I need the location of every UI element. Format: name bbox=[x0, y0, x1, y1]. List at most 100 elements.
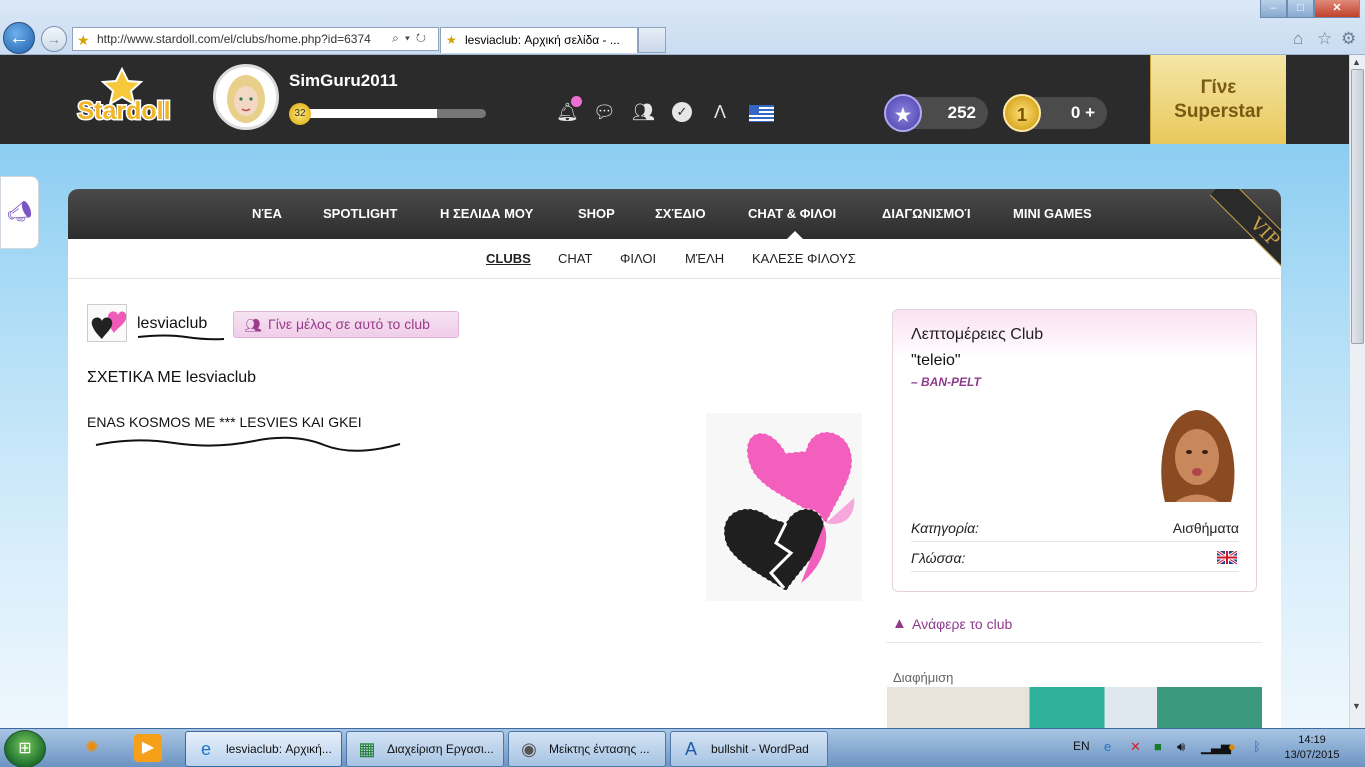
advertisement[interactable] bbox=[887, 687, 1262, 728]
avatar-face-icon bbox=[216, 67, 276, 127]
system-clock[interactable]: 14:19 13/07/2015 bbox=[1275, 733, 1349, 763]
subnav-item-members[interactable]: ΜΈΛΗ bbox=[685, 251, 724, 266]
category-value[interactable]: Αισθήματα bbox=[1173, 520, 1239, 536]
tray-network-x-icon[interactable]: ✕ bbox=[1130, 739, 1141, 755]
owner-face-icon bbox=[1161, 410, 1235, 502]
username[interactable]: SimGuru2011 bbox=[289, 71, 398, 91]
language-label: Γλώσσα: bbox=[911, 550, 966, 566]
scroll-up-icon[interactable]: ▲ bbox=[1352, 57, 1361, 67]
friends-icon[interactable]: 👥︎ bbox=[632, 101, 655, 123]
stardollars-counter[interactable]: ★ 252 bbox=[884, 94, 988, 132]
tray-bluetooth-icon[interactable]: ᛒ bbox=[1253, 739, 1261, 754]
warning-icon: ▲ bbox=[892, 615, 907, 632]
nav-item-contests[interactable]: ΔΙΑΓΩΝΙΣΜΟΊ bbox=[882, 206, 970, 221]
tray-signal-icon[interactable]: ▁▃▅ bbox=[1201, 739, 1231, 755]
task-manager-icon: ▦ bbox=[358, 739, 376, 759]
club-name[interactable]: lesviaclub bbox=[137, 315, 207, 333]
taskbar-item-browser[interactable]: e lesviaclub: Αρχική... bbox=[185, 731, 342, 767]
nav-item-shop[interactable]: SHOP bbox=[578, 206, 615, 221]
close-window-button[interactable]: ✕ bbox=[1314, 0, 1360, 18]
details-author[interactable]: – BAN-PELT bbox=[911, 375, 981, 389]
level-badge: 32 bbox=[289, 103, 311, 125]
scroll-down-icon[interactable]: ▼ bbox=[1352, 701, 1361, 711]
check-icon[interactable]: ✓ bbox=[672, 102, 692, 122]
uk-flag-icon bbox=[1217, 551, 1237, 564]
taskbar-item-volume-mixer[interactable]: ◉ Μείκτης έντασης ... bbox=[508, 731, 666, 767]
ie-icon: e bbox=[200, 739, 211, 759]
sub-nav: CLUBS CHAT ΦΙΛΟΙ ΜΈΛΗ ΚΑΛΕΣΕ ΦΙΛΟΥΣ bbox=[68, 239, 1281, 279]
address-controls-icon[interactable]: ⌕▾↻ bbox=[392, 31, 432, 46]
join-club-label: Γίνε μέλος σε αυτό το club bbox=[268, 316, 430, 332]
tray-volume-icon[interactable]: 🔊︎ bbox=[1177, 739, 1185, 755]
nav-item-design[interactable]: ΣΧΈΔΙΟ bbox=[655, 206, 706, 221]
start-button[interactable]: ⊞ bbox=[4, 730, 46, 767]
club-details-panel: Λεπτομέρειες Club "teleio" – BAN-PELT Κα… bbox=[892, 309, 1257, 592]
greek-flag-icon[interactable] bbox=[749, 105, 774, 122]
taskbar-item-wordpad[interactable]: A bullshit - WordPad bbox=[670, 731, 828, 767]
nav-item-spotlight[interactable]: SPOTLIGHT bbox=[323, 206, 397, 221]
superstar-button[interactable]: Γίνε Superstar bbox=[1150, 55, 1286, 144]
main-card: ΝΈΑ SPOTLIGHT Η ΣΕΛΙΔΑ ΜΟΥ SHOP ΣΧΈΔΙΟ C… bbox=[68, 189, 1281, 728]
club-thumbnail[interactable] bbox=[87, 304, 127, 342]
report-club-link[interactable]: ▲ Ανάφερε το club bbox=[892, 615, 1013, 632]
superstar-label-1: Γίνε bbox=[1200, 77, 1237, 98]
owner-portrait[interactable] bbox=[1145, 402, 1249, 502]
task-label: Διαχείριση Εργασι... bbox=[387, 742, 494, 756]
back-button[interactable]: ← bbox=[3, 22, 35, 54]
club-image bbox=[706, 413, 862, 601]
add-member-icon: 👥︎ bbox=[244, 317, 262, 333]
megaphone-sidetab[interactable]: 📣︎ bbox=[0, 176, 39, 249]
avatar[interactable] bbox=[213, 64, 279, 130]
favicon-icon: ★ bbox=[77, 32, 90, 48]
maximize-button[interactable]: □ bbox=[1287, 0, 1314, 18]
new-tab-button[interactable] bbox=[638, 27, 666, 53]
tray-avast-icon[interactable]: ● bbox=[1228, 739, 1236, 754]
tab-title: lesviaclub: Αρχική σελίδα - ... bbox=[465, 33, 620, 47]
home-icon[interactable]: ⌂ bbox=[1293, 29, 1303, 49]
tray-monitor-icon[interactable]: ■ bbox=[1154, 739, 1162, 754]
settings-gear-icon[interactable]: ⚙ bbox=[1341, 29, 1356, 49]
site-header: Stardoll SimGuru2011 32 🔔︎ 💬︎ 👥︎ ✓ Λ ★ 2… bbox=[0, 55, 1349, 144]
nav-item-my-page[interactable]: Η ΣΕΛΙΔΑ ΜΟΥ bbox=[440, 206, 533, 221]
subnav-item-friends[interactable]: ΦΙΛΟΙ bbox=[620, 251, 656, 266]
logo-text: Stardoll bbox=[77, 97, 170, 125]
details-quote: "teleio" bbox=[911, 352, 961, 369]
superstar-label-2: Superstar bbox=[1174, 101, 1263, 122]
chat-icon[interactable]: 💬︎ bbox=[593, 101, 616, 123]
taskbar-item-task-manager[interactable]: ▦ Διαχείριση Εργασι... bbox=[346, 731, 504, 767]
hearts-icon bbox=[91, 311, 126, 339]
vertical-scrollbar[interactable]: ▲ ▼ bbox=[1349, 55, 1365, 728]
stardoll-logo[interactable]: Stardoll bbox=[62, 67, 187, 127]
about-heading: ΣΧΕΤΙΚΑ ΜΕ lesviaclub bbox=[87, 369, 257, 386]
nav-item-chat-friends[interactable]: CHAT & ΦΙΛΟΙ bbox=[748, 206, 836, 221]
subnav-item-chat[interactable]: CHAT bbox=[558, 251, 592, 266]
subnav-item-clubs[interactable]: CLUBS bbox=[486, 251, 531, 266]
tray-ie-icon[interactable]: e bbox=[1104, 739, 1111, 754]
task-label: bullshit - WordPad bbox=[711, 742, 809, 756]
forward-button[interactable]: → bbox=[41, 26, 67, 52]
coins-counter[interactable]: 1 0 + bbox=[1003, 94, 1107, 132]
minimize-button[interactable]: – bbox=[1260, 0, 1287, 18]
browser-chrome: – □ ✕ ← → ★ http://www.stardoll.com/el/c… bbox=[0, 0, 1365, 55]
clock-date: 13/07/2015 bbox=[1284, 749, 1340, 761]
avast-icon[interactable]: ✺ bbox=[78, 734, 106, 762]
join-club-button[interactable]: 👥︎ Γίνε μέλος σε αυτό το club bbox=[233, 311, 459, 338]
coins-value: 0 + bbox=[1070, 103, 1095, 122]
address-bar[interactable]: ★ http://www.stardoll.com/el/clubs/home.… bbox=[72, 27, 439, 51]
stardollar-icon: ★ bbox=[884, 94, 922, 132]
category-label: Κατηγορία: bbox=[911, 520, 979, 536]
language-indicator[interactable]: EN bbox=[1073, 739, 1090, 753]
speaker-icon: ◉ bbox=[521, 739, 537, 759]
favorites-star-icon[interactable]: ☆ bbox=[1317, 29, 1332, 49]
url-text[interactable]: http://www.stardoll.com/el/clubs/home.ph… bbox=[97, 32, 371, 46]
report-club-label: Ανάφερε το club bbox=[912, 616, 1013, 632]
subnav-item-invite-friends[interactable]: ΚΑΛΕΣΕ ΦΙΛΟΥΣ bbox=[752, 251, 856, 266]
nav-item-mini-games[interactable]: MINI GAMES bbox=[1013, 206, 1092, 221]
megaphone-icon: 📣︎ bbox=[6, 201, 33, 223]
stardollars-value: 252 bbox=[947, 103, 976, 122]
nav-item-news[interactable]: ΝΈΑ bbox=[252, 206, 282, 221]
scroll-thumb[interactable] bbox=[1351, 69, 1364, 344]
media-player-icon[interactable]: ▶ bbox=[134, 734, 162, 762]
lambda-icon[interactable]: Λ bbox=[714, 101, 726, 123]
browser-tab[interactable]: ★ lesviaclub: Αρχική σελίδα - ... bbox=[440, 27, 638, 53]
